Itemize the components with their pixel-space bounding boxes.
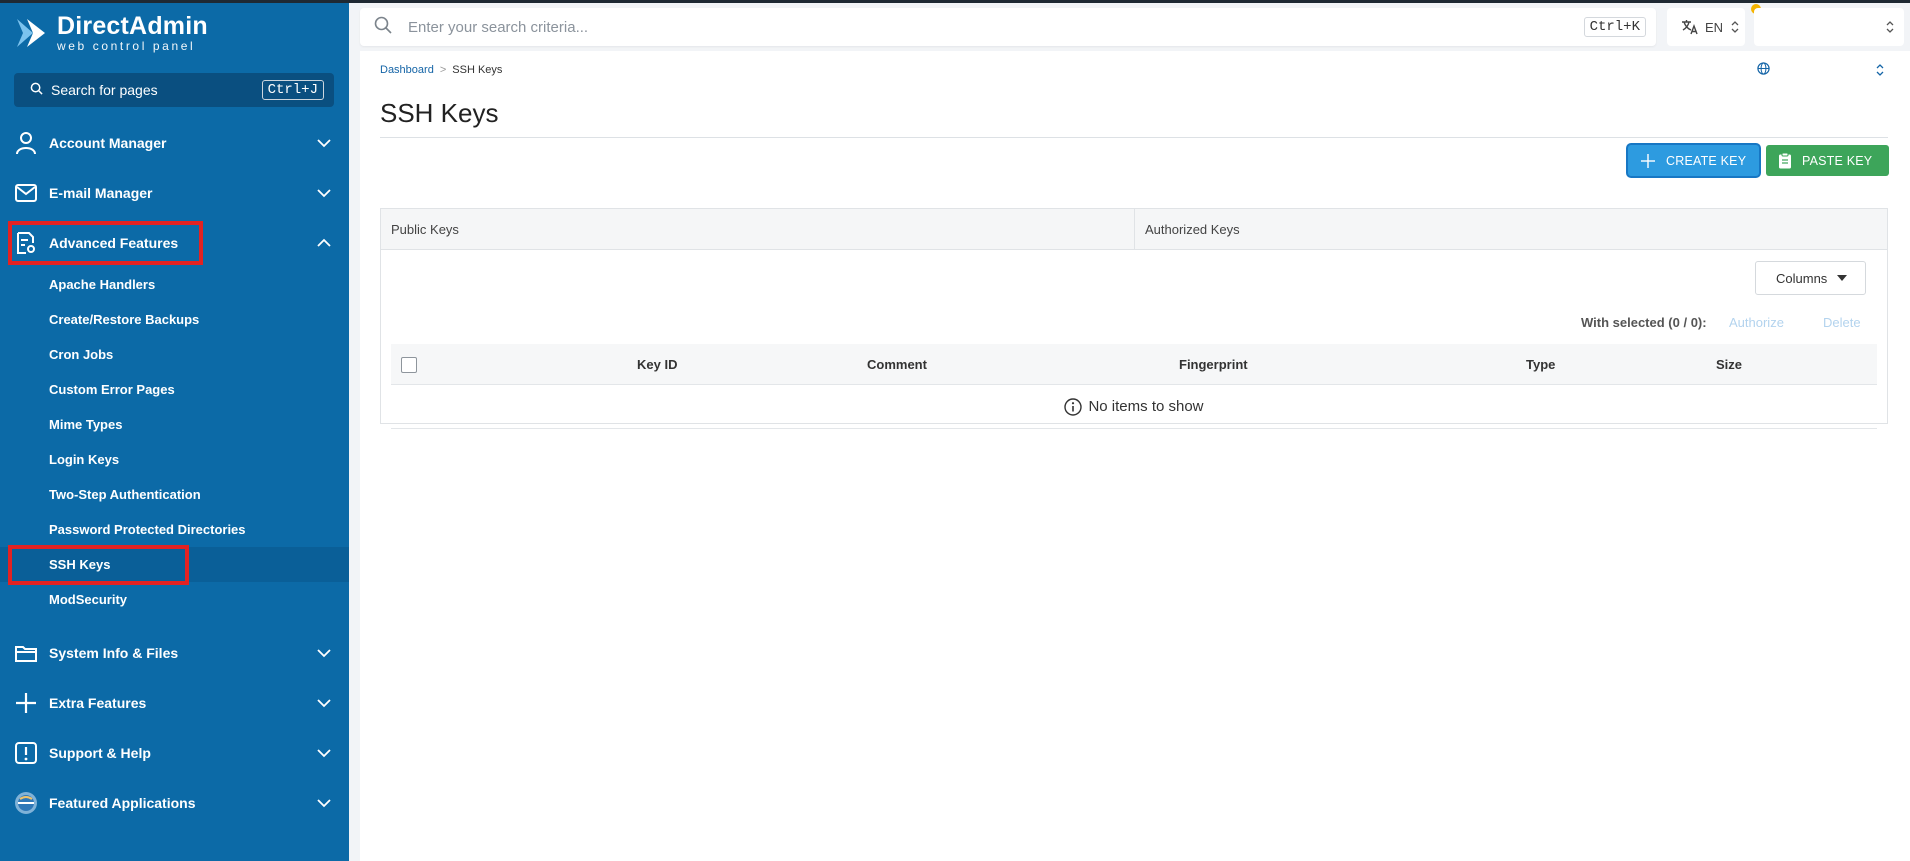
columns-button[interactable]: Columns bbox=[1755, 261, 1866, 295]
columns-label: Columns bbox=[1776, 270, 1828, 286]
chevron-down-icon bbox=[317, 749, 331, 758]
column-size[interactable]: Size bbox=[1716, 344, 1742, 385]
sidebar-top-border bbox=[0, 0, 349, 3]
table-header: Key ID Comment Fingerprint Type Size bbox=[391, 344, 1877, 385]
with-selected-label: With selected (0 / 0): bbox=[1581, 315, 1707, 330]
sidebar: DirectAdmin web control panel Search for… bbox=[0, 0, 349, 861]
sub-mime-types[interactable]: Mime Types bbox=[0, 407, 349, 442]
clipboard-icon bbox=[1778, 152, 1792, 169]
tab-authorized-keys[interactable]: Authorized Keys bbox=[1135, 209, 1887, 250]
nav-support-help[interactable]: Support & Help bbox=[0, 733, 349, 773]
nav-label: E-mail Manager bbox=[49, 185, 153, 201]
nav-label: Extra Features bbox=[49, 695, 147, 711]
chevron-up-icon bbox=[317, 238, 331, 247]
nav-featured-applications[interactable]: Featured Applications bbox=[0, 783, 349, 823]
delete-button[interactable]: Delete bbox=[1823, 315, 1861, 330]
caret-down-icon bbox=[1837, 275, 1848, 281]
translate-icon bbox=[1681, 19, 1699, 35]
updown-icon bbox=[1886, 21, 1894, 33]
user-select[interactable] bbox=[1754, 8, 1904, 46]
sub-custom-error-pages[interactable]: Custom Error Pages bbox=[0, 372, 349, 407]
updown-icon[interactable] bbox=[1876, 63, 1884, 81]
global-search-input[interactable] bbox=[408, 18, 1584, 36]
brand-subtitle: web control panel bbox=[57, 39, 196, 53]
paste-key-button[interactable]: PASTE KEY bbox=[1766, 145, 1889, 176]
nav-system-info-files[interactable]: System Info & Files bbox=[0, 633, 349, 673]
column-key-id[interactable]: Key ID bbox=[637, 344, 677, 385]
nav-email-manager[interactable]: E-mail Manager bbox=[0, 173, 349, 213]
page-search-shortcut: Ctrl+J bbox=[261, 80, 324, 100]
plus-icon bbox=[13, 690, 39, 716]
column-fingerprint[interactable]: Fingerprint bbox=[1179, 344, 1248, 385]
globe-icon[interactable] bbox=[1757, 62, 1770, 80]
create-key-button[interactable]: CREATE KEY bbox=[1628, 145, 1759, 176]
chevron-down-icon bbox=[317, 189, 331, 198]
breadcrumb-dashboard[interactable]: Dashboard bbox=[380, 64, 434, 76]
empty-state-row: No items to show bbox=[391, 385, 1877, 429]
breadcrumb-current: SSH Keys bbox=[452, 64, 503, 76]
mail-icon bbox=[13, 180, 39, 206]
plus-icon bbox=[1640, 153, 1656, 169]
breadcrumb-separator: > bbox=[439, 64, 447, 76]
sub-two-step-authentication[interactable]: Two-Step Authentication bbox=[0, 477, 349, 512]
page-search-label: Search for pages bbox=[51, 82, 158, 98]
authorize-button[interactable]: Authorize bbox=[1729, 315, 1784, 330]
chevron-down-icon bbox=[317, 799, 331, 808]
apps-icon bbox=[13, 790, 39, 816]
divider bbox=[380, 137, 1888, 138]
sub-password-protected-directories[interactable]: Password Protected Directories bbox=[0, 512, 349, 547]
nav-label: System Info & Files bbox=[49, 645, 179, 661]
nav-label: Advanced Features bbox=[49, 235, 179, 251]
sub-create-restore-backups[interactable]: Create/Restore Backups bbox=[0, 302, 349, 337]
nav-label: Featured Applications bbox=[49, 795, 196, 811]
language-value: EN bbox=[1705, 19, 1724, 35]
breadcrumb: Dashboard > SSH Keys bbox=[380, 64, 502, 76]
language-select[interactable]: EN bbox=[1667, 8, 1745, 46]
empty-state-message: No items to show bbox=[1088, 398, 1204, 415]
sub-ssh-keys[interactable]: SSH Keys bbox=[0, 547, 349, 582]
global-search-shortcut: Ctrl+K bbox=[1583, 17, 1646, 37]
page-search-button[interactable]: Search for pages Ctrl+J bbox=[14, 73, 334, 107]
main-content: Dashboard > SSH Keys SSH Keys CREATE KEY P… bbox=[360, 51, 1910, 861]
help-icon bbox=[13, 740, 39, 766]
user-icon bbox=[13, 130, 39, 156]
nav-extra-features[interactable]: Extra Features bbox=[0, 683, 349, 723]
column-comment[interactable]: Comment bbox=[867, 344, 927, 385]
nav-label: Account Manager bbox=[49, 135, 167, 151]
search-icon bbox=[374, 16, 392, 39]
global-search[interactable]: Ctrl+K bbox=[360, 8, 1656, 46]
create-key-label: CREATE KEY bbox=[1666, 153, 1747, 168]
sub-modsecurity[interactable]: ModSecurity bbox=[0, 582, 349, 617]
paste-key-label: PASTE KEY bbox=[1802, 153, 1873, 168]
nav-label: Support & Help bbox=[49, 745, 151, 761]
chevron-down-icon bbox=[317, 139, 331, 148]
column-type[interactable]: Type bbox=[1526, 344, 1555, 385]
nav-account-manager[interactable]: Account Manager bbox=[0, 123, 349, 163]
folder-icon bbox=[13, 640, 39, 666]
nav-advanced-features[interactable]: Advanced Features bbox=[0, 223, 349, 263]
brand-title: DirectAdmin bbox=[57, 12, 208, 40]
directadmin-logo-icon bbox=[13, 15, 49, 51]
info-icon bbox=[1064, 397, 1083, 416]
updown-icon bbox=[1731, 21, 1739, 33]
sub-cron-jobs[interactable]: Cron Jobs bbox=[0, 337, 349, 372]
chevron-down-icon bbox=[317, 649, 331, 658]
topbar-border bbox=[349, 0, 1910, 3]
page-title: SSH Keys bbox=[380, 98, 499, 128]
search-icon bbox=[30, 82, 43, 98]
sub-apache-handlers[interactable]: Apache Handlers bbox=[0, 267, 349, 302]
sub-login-keys[interactable]: Login Keys bbox=[0, 442, 349, 477]
advanced-features-icon bbox=[13, 230, 39, 256]
logo[interactable]: DirectAdmin web control panel bbox=[13, 12, 208, 54]
chevron-down-icon bbox=[317, 699, 331, 708]
keys-panel: Public Keys Authorized Keys Columns With… bbox=[380, 208, 1888, 429]
select-all-checkbox[interactable] bbox=[401, 357, 417, 373]
tab-public-keys[interactable]: Public Keys bbox=[381, 209, 1135, 250]
